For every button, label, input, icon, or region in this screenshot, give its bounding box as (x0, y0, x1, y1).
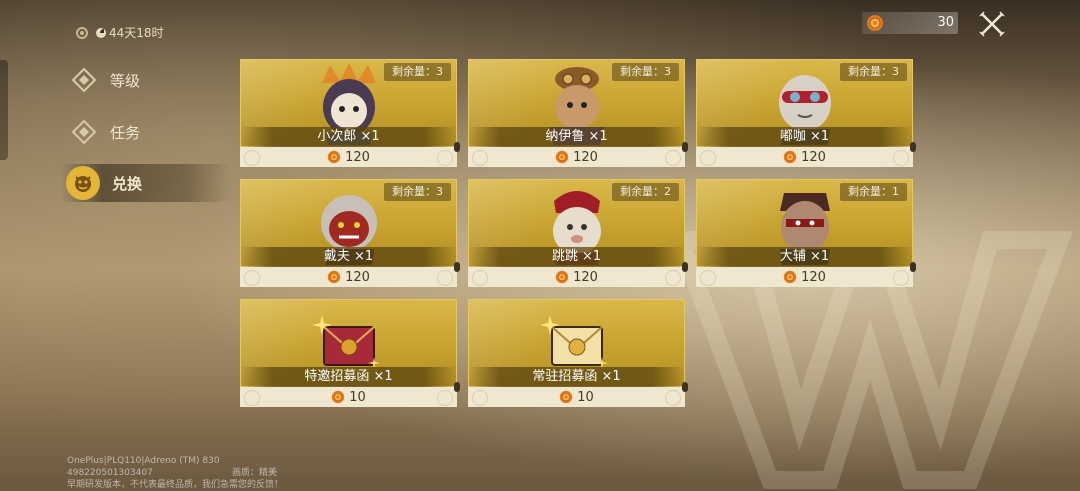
price-value: 10 (577, 389, 594, 405)
card-notch (682, 382, 688, 392)
item-price: 10 (240, 387, 457, 407)
exchange-card-hero[interactable]: 剩余量：3 小次郎 ×1 120 (240, 59, 460, 167)
sidebar-item-label: 任务 (110, 123, 141, 142)
sidebar-nav: 等级 任务 兑换 (60, 60, 230, 214)
price-value: 10 (349, 389, 366, 405)
device-info: OnePlus|PLQ110|Adreno (TM) 830 (67, 456, 220, 466)
exchange-card-letter[interactable]: 特邀招募函 ×1 10 (240, 299, 460, 407)
item-name: 戴夫 ×1 (323, 249, 374, 264)
item-price: 120 (696, 147, 913, 167)
currency-counter: 30 (862, 12, 958, 34)
left-edge-handle (0, 60, 8, 160)
exchange-card-hero[interactable]: 剩余量：3 嘟咖 ×1 120 (696, 59, 916, 167)
gear-coin-icon (783, 150, 797, 164)
price-value: 120 (801, 269, 826, 285)
timer-value: 44天18时 (109, 26, 164, 40)
sidebar-item-exchange[interactable]: 兑换 (60, 164, 230, 202)
card-notch (682, 262, 688, 272)
close-button[interactable] (978, 10, 1006, 38)
clock-icon (96, 28, 106, 38)
item-name: 常驻招募函 ×1 (532, 369, 621, 384)
sidebar-item-label: 兑换 (112, 174, 143, 193)
task-icon (70, 118, 98, 146)
gear-coin-icon (555, 150, 569, 164)
timer-text: 44天18时 (96, 24, 164, 41)
item-price: 120 (240, 267, 457, 287)
level-icon (70, 66, 98, 94)
close-icon (979, 11, 1005, 37)
price-value: 120 (801, 149, 826, 165)
item-price: 120 (240, 147, 457, 167)
gear-coin-icon (866, 14, 884, 36)
sidebar-item-task[interactable]: 任务 (60, 112, 230, 152)
price-value: 120 (573, 149, 598, 165)
exchange-icon (66, 166, 100, 200)
item-price: 120 (468, 147, 685, 167)
card-notch (910, 142, 916, 152)
item-name: 特邀招募函 ×1 (304, 369, 393, 384)
item-price: 120 (468, 267, 685, 287)
gear-coin-icon (559, 390, 573, 404)
exchange-card-letter[interactable]: 常驻招募函 ×1 10 (468, 299, 688, 407)
sidebar-item-label: 等级 (110, 71, 141, 90)
event-timer: 44天18时 (76, 24, 164, 41)
gear-coin-icon (331, 390, 345, 404)
item-name: 大辅 ×1 (779, 249, 830, 264)
disclaimer-text: 早期研发版本，不代表最终品质，我们急需您的反馈！ (67, 480, 284, 490)
gear-coin-icon (783, 270, 797, 284)
exchange-screen: 44天18时 等级 任务 兑换 30 剩余量：3 小次郎 ×1 120 剩余量：… (0, 0, 1080, 491)
debug-footer: OnePlus|PLQ110|Adreno (TM) 830 498220501… (67, 455, 283, 491)
exchange-card-hero[interactable]: 剩余量：2 跳跳 ×1 120 (468, 179, 688, 287)
card-notch (910, 262, 916, 272)
card-notch (454, 382, 460, 392)
item-name: 跳跳 ×1 (551, 249, 602, 264)
item-price: 120 (696, 267, 913, 287)
item-name: 小次郎 ×1 (317, 129, 380, 144)
remaining-count: 剩余量：2 (612, 183, 679, 201)
exchange-card-hero[interactable]: 剩余量：3 戴夫 ×1 120 (240, 179, 460, 287)
remaining-count: 剩余量：3 (840, 63, 907, 81)
remaining-count: 剩余量：3 (384, 183, 451, 201)
quality-setting: 画质：精美 (232, 468, 278, 478)
gear-coin-icon (327, 270, 341, 284)
price-value: 120 (573, 269, 598, 285)
sidebar-item-level[interactable]: 等级 (60, 60, 230, 100)
exchange-card-hero[interactable]: 剩余量：1 大辅 ×1 120 (696, 179, 916, 287)
remaining-count: 剩余量：3 (384, 63, 451, 81)
card-notch (682, 142, 688, 152)
exchange-card-hero[interactable]: 剩余量：3 纳伊鲁 ×1 120 (468, 59, 688, 167)
gear-coin-icon (327, 150, 341, 164)
item-price: 10 (468, 387, 685, 407)
card-notch (454, 142, 460, 152)
card-notch (454, 262, 460, 272)
status-dot-icon (76, 26, 88, 39)
item-name: 纳伊鲁 ×1 (545, 129, 608, 144)
remaining-count: 剩余量：3 (612, 63, 679, 81)
price-value: 120 (345, 269, 370, 285)
remaining-count: 剩余量：1 (840, 183, 907, 201)
price-value: 120 (345, 149, 370, 165)
item-name: 嘟咖 ×1 (779, 129, 830, 144)
gear-coin-icon (555, 270, 569, 284)
currency-amount: 30 (937, 15, 954, 30)
